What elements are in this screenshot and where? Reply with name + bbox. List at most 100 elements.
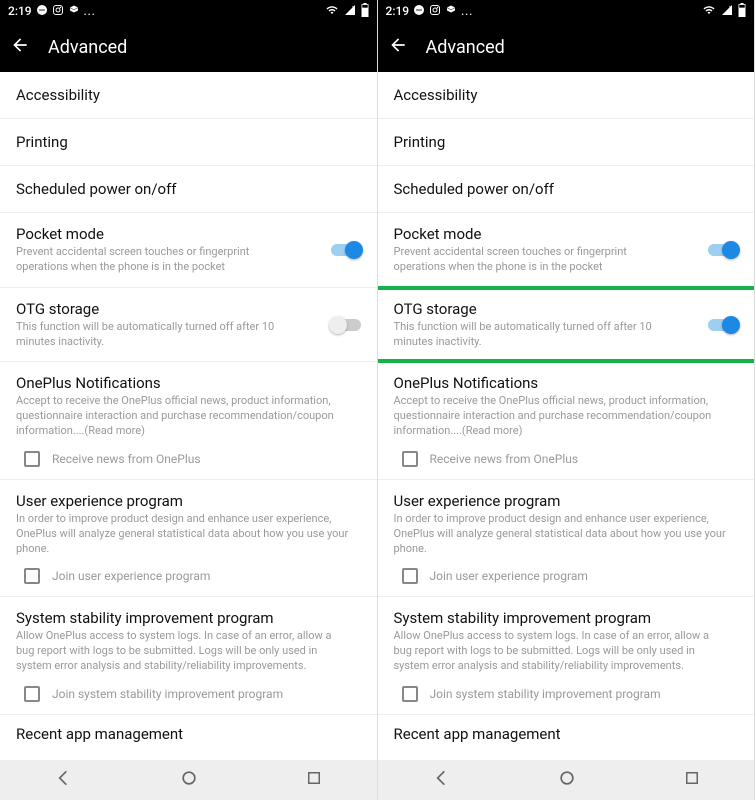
appbar-title: Advanced [426, 37, 505, 58]
checkbox-row-news[interactable]: Receive news from OnePlus [0, 443, 377, 480]
row-recent-app-management[interactable]: Recent app management [0, 715, 377, 743]
battery-icon [738, 3, 746, 20]
wifi-icon [702, 4, 716, 19]
checkbox-row-ssip[interactable]: Join system stability improvement progra… [378, 678, 755, 715]
toggle-otg-storage[interactable] [706, 316, 740, 334]
row-label: OTG storage [16, 300, 361, 318]
row-label: Accessibility [394, 86, 739, 104]
nav-recent-icon[interactable] [683, 769, 701, 791]
settings-list[interactable]: Accessibility Printing Scheduled power o… [378, 72, 755, 760]
row-label: User experience program [394, 492, 739, 510]
wifi-icon [325, 4, 339, 19]
row-accessibility[interactable]: Accessibility [378, 72, 755, 119]
row-label: OnePlus Notifications [16, 374, 361, 392]
row-scheduled-power[interactable]: Scheduled power on/off [378, 166, 755, 213]
row-subtitle: In order to improve product design and e… [16, 512, 361, 557]
checkbox-label: Receive news from OnePlus [52, 452, 201, 466]
row-pocket-mode[interactable]: Pocket mode Prevent accidental screen to… [378, 213, 755, 288]
appbar-title: Advanced [48, 37, 127, 58]
checkbox-icon[interactable] [402, 686, 418, 702]
nav-home-icon[interactable] [179, 768, 199, 792]
row-subtitle: Prevent accidental screen touches or fin… [16, 245, 361, 275]
music-icon [68, 4, 80, 19]
signal-icon: x [343, 4, 357, 19]
row-label: Printing [394, 133, 739, 151]
row-pocket-mode[interactable]: Pocket mode Prevent accidental screen to… [0, 213, 377, 288]
screen-left: 2:19 ... x Adv [0, 0, 378, 800]
row-user-experience-program[interactable]: User experience program In order to impr… [0, 480, 377, 561]
checkbox-label: Receive news from OnePlus [430, 452, 579, 466]
nav-back-icon[interactable] [53, 768, 73, 792]
nav-home-icon[interactable] [557, 768, 577, 792]
status-time: 2:19 [386, 4, 410, 18]
nav-bar [0, 760, 377, 800]
app-bar: Advanced [378, 22, 755, 72]
nav-bar [378, 760, 755, 800]
app-bar: Advanced [0, 22, 377, 72]
row-otg-storage[interactable]: OTG storage This function will be automa… [378, 288, 755, 363]
back-icon[interactable] [388, 35, 408, 59]
row-label: Pocket mode [394, 225, 739, 243]
row-recent-app-management[interactable]: Recent app management [378, 715, 755, 743]
checkbox-label: Join system stability improvement progra… [52, 687, 283, 701]
nav-recent-icon[interactable] [305, 769, 323, 791]
music-icon [445, 4, 457, 19]
battery-icon [361, 3, 369, 20]
toggle-pocket-mode[interactable] [329, 241, 363, 259]
checkbox-icon[interactable] [24, 568, 40, 584]
row-label: System stability improvement program [394, 609, 739, 627]
settings-list[interactable]: Accessibility Printing Scheduled power o… [0, 72, 377, 760]
signal-icon: x [720, 4, 734, 19]
row-oneplus-notifications[interactable]: OnePlus Notifications Accept to receive … [0, 362, 377, 443]
checkbox-label: Join user experience program [52, 569, 210, 583]
chat-icon [413, 4, 425, 19]
row-label: Scheduled power on/off [16, 180, 361, 198]
checkbox-label: Join system stability improvement progra… [430, 687, 661, 701]
checkbox-row-uep[interactable]: Join user experience program [378, 560, 755, 597]
row-label: System stability improvement program [16, 609, 361, 627]
chat-icon [36, 4, 48, 19]
checkbox-icon[interactable] [402, 451, 418, 467]
row-label: Scheduled power on/off [394, 180, 739, 198]
status-bar: 2:19 ... x [378, 0, 755, 22]
status-bar: 2:19 ... x [0, 0, 377, 22]
more-icon: ... [461, 5, 473, 18]
checkbox-label: Join user experience program [430, 569, 588, 583]
row-user-experience-program[interactable]: User experience program In order to impr… [378, 480, 755, 561]
row-system-stability[interactable]: System stability improvement program All… [0, 597, 377, 678]
toggle-pocket-mode[interactable] [706, 241, 740, 259]
row-printing[interactable]: Printing [0, 119, 377, 166]
instagram-icon [52, 4, 64, 19]
checkbox-icon[interactable] [24, 451, 40, 467]
row-printing[interactable]: Printing [378, 119, 755, 166]
more-icon: ... [84, 5, 96, 18]
row-label: Accessibility [16, 86, 361, 104]
row-subtitle: Accept to receive the OnePlus official n… [16, 394, 361, 439]
row-label: Recent app management [394, 725, 739, 743]
row-otg-storage[interactable]: OTG storage This function will be automa… [0, 288, 377, 363]
row-system-stability[interactable]: System stability improvement program All… [378, 597, 755, 678]
screen-right: 2:19 ... x Adv [378, 0, 755, 800]
row-accessibility[interactable]: Accessibility [0, 72, 377, 119]
toggle-otg-storage[interactable] [329, 316, 363, 334]
row-label: Recent app management [16, 725, 361, 743]
checkbox-row-ssip[interactable]: Join system stability improvement progra… [0, 678, 377, 715]
row-label: User experience program [16, 492, 361, 510]
nav-back-icon[interactable] [431, 768, 451, 792]
checkbox-row-uep[interactable]: Join user experience program [0, 560, 377, 597]
row-subtitle: Allow OnePlus access to system logs. In … [394, 629, 739, 674]
back-icon[interactable] [10, 35, 30, 59]
row-subtitle: In order to improve product design and e… [394, 512, 739, 557]
checkbox-icon[interactable] [402, 568, 418, 584]
row-scheduled-power[interactable]: Scheduled power on/off [0, 166, 377, 213]
row-subtitle: Accept to receive the OnePlus official n… [394, 394, 739, 439]
row-subtitle: This function will be automatically turn… [394, 320, 739, 350]
checkbox-row-news[interactable]: Receive news from OnePlus [378, 443, 755, 480]
row-oneplus-notifications[interactable]: OnePlus Notifications Accept to receive … [378, 362, 755, 443]
row-label: Pocket mode [16, 225, 361, 243]
row-subtitle: This function will be automatically turn… [16, 320, 361, 350]
row-label: OTG storage [394, 300, 739, 318]
row-subtitle: Allow OnePlus access to system logs. In … [16, 629, 361, 674]
row-subtitle: Prevent accidental screen touches or fin… [394, 245, 739, 275]
checkbox-icon[interactable] [24, 686, 40, 702]
